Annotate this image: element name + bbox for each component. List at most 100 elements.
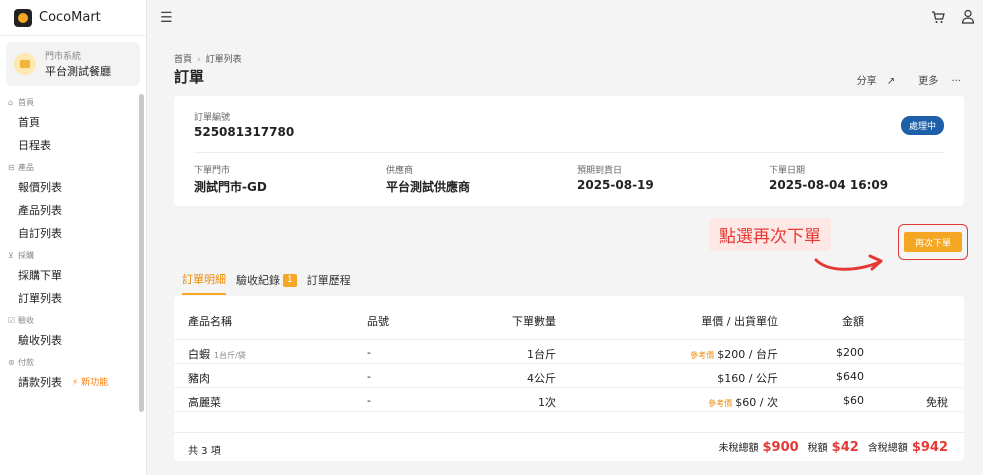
reference-price-tag: 參考價 — [708, 399, 733, 408]
col-product-name: 產品名稱 — [188, 315, 232, 328]
divider — [194, 152, 944, 153]
nav-group-receiving: ☑ 驗收 — [8, 315, 34, 325]
order-date-label: 下單日期 — [769, 166, 806, 176]
order-store-block: 下單門市 測試門市-GD — [194, 163, 267, 195]
nav-group-payment: ⊛ 付款 — [8, 357, 34, 367]
order-summary-card: 訂單編號 525081317780 處理中 下單門市 測試門市-GD 供應商 平… — [174, 96, 964, 206]
cell-unit-price: 參考價 $60 / 次 — [708, 396, 778, 409]
table-row[interactable]: 豬肉 - 4公斤 $160 / 公斤 $640 — [174, 364, 964, 388]
share-icon: ↗ — [886, 76, 896, 87]
cart-icon: ⊻ — [8, 250, 14, 260]
table-footer: 共 3 項 未稅總額 $900 稅額 $42 含稅總額 $942 — [174, 432, 964, 461]
status-badge: 處理中 — [900, 116, 944, 135]
store-name: 平台測試餐廳 — [45, 65, 111, 78]
cell-product-name: 高麗菜 — [188, 396, 221, 409]
item-count: 共 3 項 — [188, 446, 221, 457]
col-quantity: 下單數量 — [512, 315, 556, 328]
sidebar: CocoMart 門市系統 平台測試餐廳 ⌂ 首頁 首頁 日程表 ⊟ 產品 報價列表… — [0, 0, 147, 475]
order-store-label: 下單門市 — [194, 166, 231, 176]
order-supplier: 平台測試供應商 — [386, 180, 471, 194]
share-button[interactable]: 分享 ↗ — [847, 76, 895, 87]
cell-product-name: 豬肉 — [188, 372, 210, 385]
order-id-label: 訂單編號 — [194, 113, 231, 123]
col-sku: 品號 — [367, 315, 389, 328]
sidebar-item-order-list[interactable]: 訂單列表 — [0, 286, 146, 309]
page-title: 訂單 — [174, 68, 205, 86]
header-actions: 分享 ↗ 更多 ··· — [837, 72, 961, 87]
table-row[interactable]: 高麗菜 - 1次 參考價 $60 / 次 $60 免稅 — [174, 388, 964, 412]
sidebar-item-receiving-list[interactable]: 驗收列表 — [0, 328, 146, 351]
order-supplier-block: 供應商 平台測試供應商 — [386, 163, 470, 195]
home-icon: ⌂ — [8, 97, 14, 107]
cart-icon[interactable] — [931, 10, 945, 28]
nav-group-home: ⌂ 首頁 — [8, 97, 34, 107]
sidebar-scrollbar[interactable] — [139, 94, 144, 412]
cell-sku: - — [367, 394, 371, 407]
store-switcher[interactable]: 門市系統 平台測試餐廳 — [6, 42, 140, 86]
sidebar-item-calendar[interactable]: 日程表 — [0, 133, 146, 156]
sidebar-nav: ⌂ 首頁 首頁 日程表 ⊟ 產品 報價列表 產品列表 自訂列表 ⊻ 採購 採購下單 訂… — [0, 94, 146, 393]
more-button[interactable]: 更多 ··· — [908, 76, 961, 87]
sidebar-item-invoices[interactable]: 請款列表 ⚡ 新功能 — [0, 370, 146, 393]
order-date: 2025-08-04 16:09 — [769, 178, 889, 192]
store-subtitle: 門市系統 — [45, 52, 82, 62]
sidebar-item-custom-lists[interactable]: 自訂列表 — [0, 221, 146, 244]
cell-product-name: 白蝦 1台斤/袋 — [188, 348, 246, 361]
order-expected-date: 2025-08-19 — [577, 178, 654, 192]
cell-quantity: 1次 — [538, 396, 556, 409]
sidebar-item-products[interactable]: 產品列表 — [0, 198, 146, 221]
total-amount: $942 — [911, 440, 948, 455]
user-icon[interactable] — [961, 9, 975, 28]
tab-receiving-records[interactable]: 驗收紀錄 1 — [236, 271, 297, 295]
dollar-icon: ⊛ — [8, 357, 15, 367]
breadcrumb: 首頁 › 訂單列表 — [174, 52, 242, 65]
cell-sku: - — [367, 370, 371, 383]
cell-amount: $200 — [836, 346, 864, 359]
reorder-highlight: 再次下單 — [898, 224, 968, 260]
reorder-button[interactable]: 再次下單 — [904, 232, 962, 252]
cocomart-logo-icon — [14, 8, 32, 27]
check-icon: ☑ — [8, 315, 16, 325]
order-id-block: 訂單編號 525081317780 — [194, 110, 294, 139]
tab-order-history[interactable]: 訂單歷程 — [307, 271, 351, 295]
cell-quantity: 1台斤 — [527, 348, 556, 361]
subtotal-label: 未稅總額 — [718, 443, 759, 454]
cell-sku: - — [367, 346, 371, 359]
tabs: 訂單明細 驗收紀錄 1 訂單歷程 — [182, 271, 351, 295]
table-row[interactable]: 白蝦 1台斤/袋 - 1台斤 參考價 $200 / 台斤 $200 — [174, 340, 964, 364]
order-expected-block: 預期到貨日 2025-08-19 — [577, 163, 654, 192]
breadcrumb-current[interactable]: 訂單列表 — [206, 55, 242, 65]
sidebar-item-home[interactable]: 首頁 — [0, 110, 146, 133]
order-date-block: 下單日期 2025-08-04 16:09 — [769, 163, 888, 192]
sidebar-item-purchase-order[interactable]: 採購下單 — [0, 263, 146, 286]
menu-toggle-icon[interactable]: ☰ — [160, 10, 173, 26]
breadcrumb-home[interactable]: 首頁 — [174, 55, 192, 65]
order-supplier-label: 供應商 — [386, 166, 414, 176]
cell-quantity: 4公斤 — [527, 372, 556, 385]
subtotal-amount: $900 — [762, 440, 799, 455]
new-feature-badge: ⚡ 新功能 — [72, 378, 109, 388]
cell-unit-price: 參考價 $200 / 台斤 — [690, 348, 778, 361]
unit-tag: 1台斤/袋 — [214, 351, 246, 360]
tax-label: 稅額 — [807, 443, 828, 454]
total-label: 含稅總額 — [867, 443, 908, 454]
tab-count-badge: 1 — [283, 273, 297, 287]
tax-amount: $42 — [831, 440, 859, 455]
tab-order-details[interactable]: 訂單明細 — [182, 271, 226, 295]
cell-unit-price: $160 / 公斤 — [717, 372, 778, 385]
brand-name: CocoMart — [39, 10, 101, 25]
order-store: 測試門市-GD — [194, 180, 267, 194]
nav-group-purchasing: ⊻ 採購 — [8, 250, 34, 260]
chevron-right-icon: › — [197, 55, 201, 65]
order-expected-label: 預期到貨日 — [577, 166, 623, 176]
store-avatar — [14, 53, 36, 75]
cell-amount: $640 — [836, 370, 864, 383]
box-icon: ⊟ — [8, 162, 15, 172]
order-items-table: 產品名稱 品號 下單數量 單價 / 出貨單位 金額 白蝦 1台斤/袋 - 1台斤 … — [174, 296, 964, 461]
brand[interactable]: CocoMart — [0, 0, 146, 36]
cell-tax-note: 免稅 — [926, 396, 948, 409]
reference-price-tag: 參考價 — [690, 351, 715, 360]
sidebar-item-quotes[interactable]: 報價列表 — [0, 175, 146, 198]
topbar: ☰ — [148, 0, 983, 36]
nav-group-products: ⊟ 產品 — [8, 162, 34, 172]
